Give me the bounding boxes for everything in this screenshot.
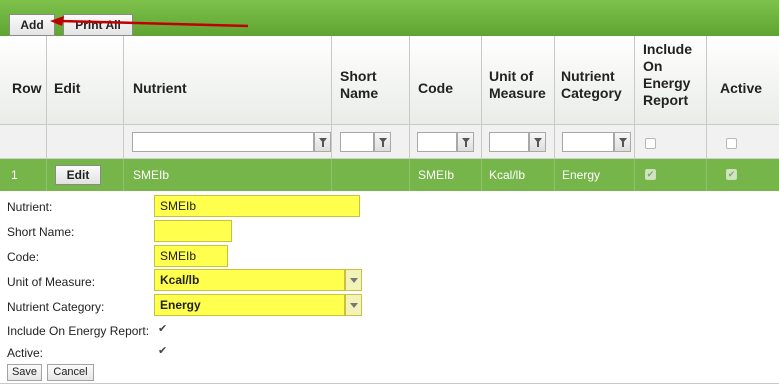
chevron-down-icon [350, 303, 358, 308]
checkmark-icon: ✔ [158, 323, 168, 335]
unit-of-measure-dropdown-button[interactable] [345, 269, 362, 291]
column-header-active[interactable]: Active [720, 80, 762, 97]
column-header-line: Category [561, 85, 622, 101]
nutrient-category-select[interactable]: Energy [154, 294, 345, 316]
checkmark-icon: ✔ [158, 345, 168, 357]
active-checkbox[interactable]: ✔ [158, 346, 169, 357]
category-filter-button[interactable] [614, 132, 631, 152]
checkmark-icon: ✔ [646, 169, 655, 179]
category-filter-input[interactable] [562, 132, 614, 152]
row-number: 1 [11, 168, 18, 182]
column-header-line: On [643, 58, 663, 74]
funnel-icon [462, 138, 470, 147]
code-filter-input[interactable] [417, 132, 457, 152]
funnel-icon [379, 138, 387, 147]
column-header-line: Name [340, 85, 379, 101]
nutrient-category-label: Nutrient Category: [7, 300, 105, 314]
grid-header: Row Edit Nutrient Short Name Code Unit o… [0, 36, 779, 125]
code-label: Code: [7, 250, 40, 264]
row-nutrient-category: Energy [562, 168, 601, 182]
chevron-down-icon [350, 278, 358, 283]
unit-filter-button[interactable] [529, 132, 546, 152]
nutrient-label: Nutrient: [7, 200, 53, 214]
cancel-button[interactable]: Cancel [47, 364, 94, 381]
short-name-filter-button[interactable] [374, 132, 391, 152]
short-name-filter-input[interactable] [340, 132, 374, 152]
column-divider [332, 159, 410, 191]
row-unit-of-measure: Kcal/lb [489, 168, 526, 182]
column-header-line: Report [643, 92, 689, 108]
short-name-field[interactable] [154, 220, 232, 242]
divider [0, 383, 779, 384]
column-header-line: Measure [489, 85, 546, 101]
include-on-energy-report-label: Include On Energy Report: [7, 324, 150, 338]
row-nutrient: SMEIb [133, 168, 170, 182]
column-header-include-on-energy-report[interactable]: Include On Energy Report [643, 41, 692, 109]
edit-row-button[interactable]: Edit [55, 165, 101, 185]
row-active-checkbox: ✔ [726, 169, 737, 180]
column-header-nutrient[interactable]: Nutrient [133, 80, 187, 97]
add-button[interactable]: Add [9, 14, 55, 36]
column-divider [0, 125, 47, 158]
column-header-line: Unit of [489, 68, 534, 84]
funnel-icon [619, 138, 627, 147]
column-header-line: Energy [643, 75, 691, 91]
active-label: Active: [7, 346, 44, 360]
column-divider [0, 159, 47, 191]
column-header-nutrient-category[interactable]: Nutrient Category [561, 68, 622, 102]
nutrient-filter-input[interactable] [132, 132, 314, 152]
nutrient-filter-button[interactable] [314, 132, 331, 152]
column-header-short-name[interactable]: Short Name [340, 68, 378, 102]
checkmark-icon: ✔ [727, 169, 736, 179]
red-arrow-annotation [50, 16, 249, 28]
nutrient-category-dropdown-button[interactable] [345, 294, 362, 316]
funnel-icon [534, 138, 542, 147]
column-header-line: Short [340, 68, 377, 84]
unit-of-measure-label: Unit of Measure: [7, 275, 96, 289]
table-row[interactable]: 1 Edit SMEIb SMEIb Kcal/lb Energy ✔ ✔ [0, 159, 779, 191]
include-on-energy-report-checkbox[interactable]: ✔ [158, 324, 169, 335]
unit-of-measure-select[interactable]: Kcal/lb [154, 269, 345, 291]
column-header-code[interactable]: Code [418, 80, 453, 97]
column-header-row[interactable]: Row [12, 80, 42, 97]
include-on-energy-report-filter-checkbox[interactable] [645, 138, 656, 149]
nutrient-field[interactable]: SMEIb [154, 195, 360, 217]
filter-row [0, 125, 779, 159]
row-code: SMEIb [418, 168, 455, 182]
save-button[interactable]: Save [7, 364, 42, 381]
column-divider [47, 125, 124, 158]
row-include-on-energy-report-checkbox: ✔ [645, 169, 656, 180]
code-filter-button[interactable] [457, 132, 474, 152]
short-name-label: Short Name: [7, 225, 75, 239]
active-filter-checkbox[interactable] [726, 138, 737, 149]
column-header-line: Include [643, 41, 693, 57]
code-field[interactable]: SMEIb [154, 245, 228, 267]
funnel-icon [319, 138, 327, 147]
column-header-line: Nutrient [561, 68, 615, 84]
column-header-edit: Edit [54, 80, 81, 96]
unit-filter-input[interactable] [489, 132, 529, 152]
column-header-unit-of-measure[interactable]: Unit of Measure [489, 68, 546, 102]
